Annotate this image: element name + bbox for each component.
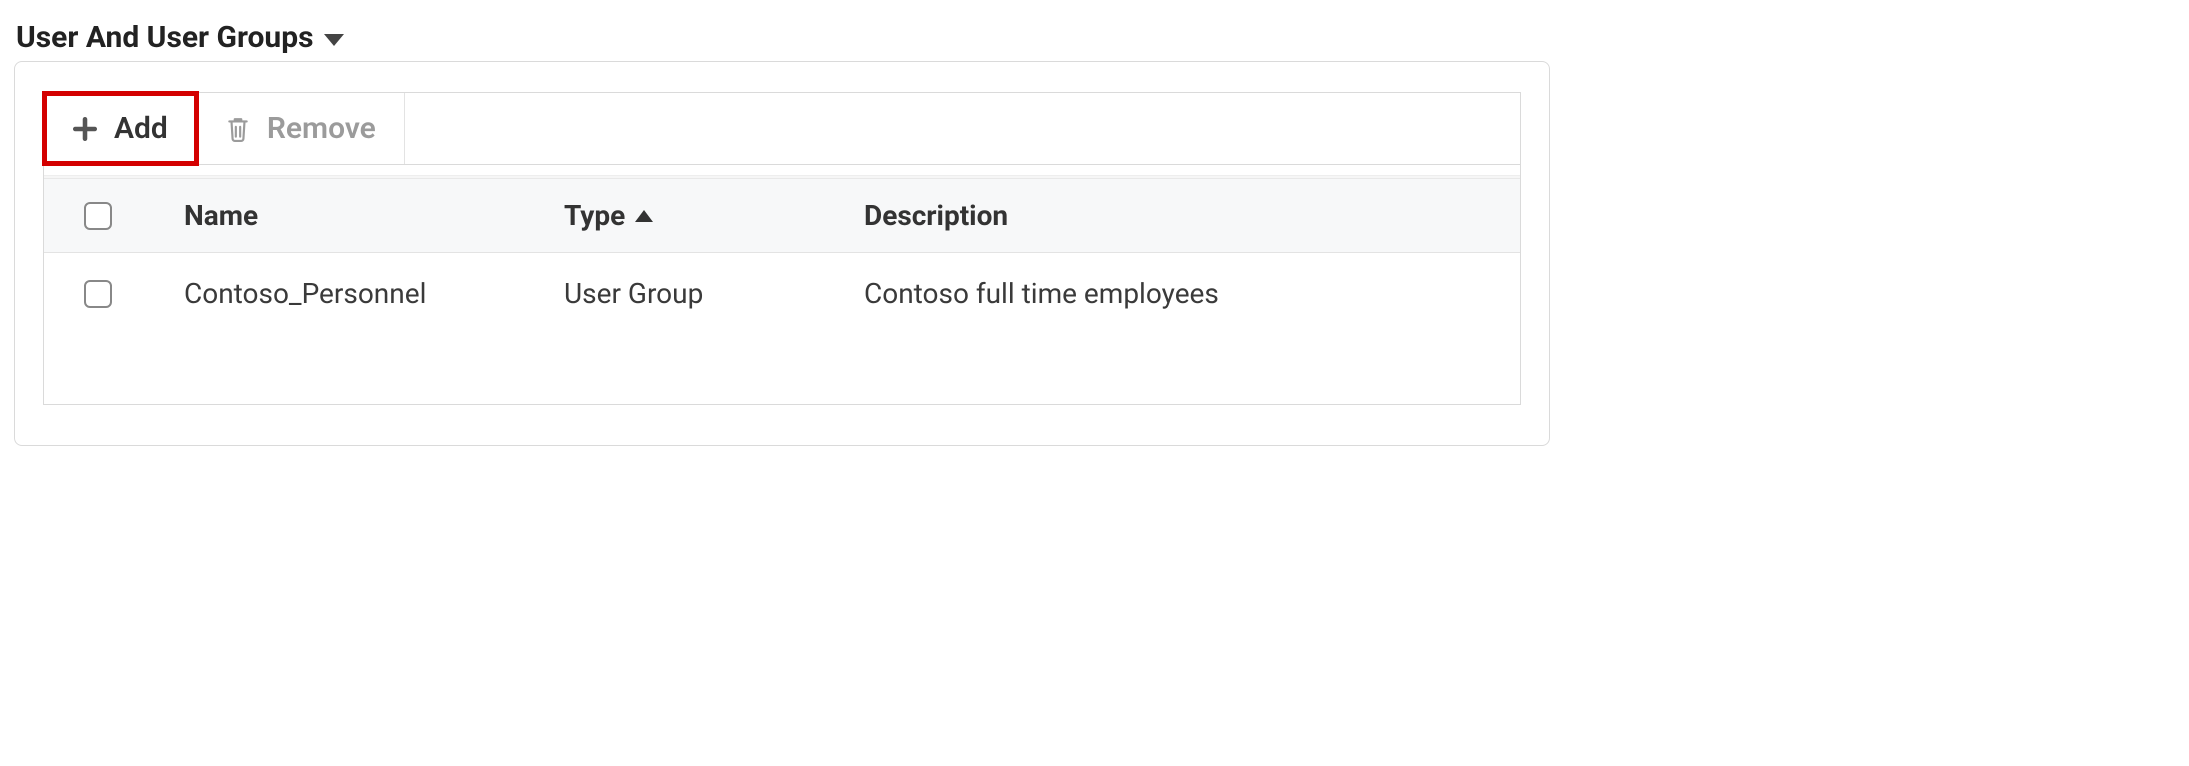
select-all-checkbox[interactable] xyxy=(84,202,112,230)
cell-name: Contoso_Personnel xyxy=(184,277,564,310)
table-header: Name Type Description xyxy=(44,179,1520,253)
column-header-type-label: Type xyxy=(564,199,625,232)
add-button[interactable]: Add xyxy=(44,93,197,164)
section-title: User And User Groups xyxy=(16,20,314,55)
table-row[interactable]: Contoso_Personnel User Group Contoso ful… xyxy=(44,253,1520,334)
data-grid: Add Remove Name Type xyxy=(43,92,1521,405)
cell-description: Contoso full time employees xyxy=(864,277,1520,310)
toolbar: Add Remove xyxy=(44,93,1520,165)
add-button-label: Add xyxy=(114,111,168,146)
column-header-type[interactable]: Type xyxy=(564,199,864,232)
column-header-name-label: Name xyxy=(184,199,258,232)
row-checkbox[interactable] xyxy=(84,280,112,308)
column-header-description[interactable]: Description xyxy=(864,199,1520,232)
column-header-name[interactable]: Name xyxy=(184,199,564,232)
sort-asc-icon xyxy=(635,210,653,222)
remove-button[interactable]: Remove xyxy=(197,93,405,164)
trash-icon xyxy=(225,114,251,144)
plus-icon xyxy=(72,116,98,142)
panel: Add Remove Name Type xyxy=(14,61,1550,446)
section-header[interactable]: User And User Groups xyxy=(14,20,2175,55)
table-spacer xyxy=(44,334,1520,404)
caret-down-icon xyxy=(324,34,344,46)
remove-button-label: Remove xyxy=(267,111,376,146)
column-header-description-label: Description xyxy=(864,199,1008,232)
cell-type: User Group xyxy=(564,277,864,310)
